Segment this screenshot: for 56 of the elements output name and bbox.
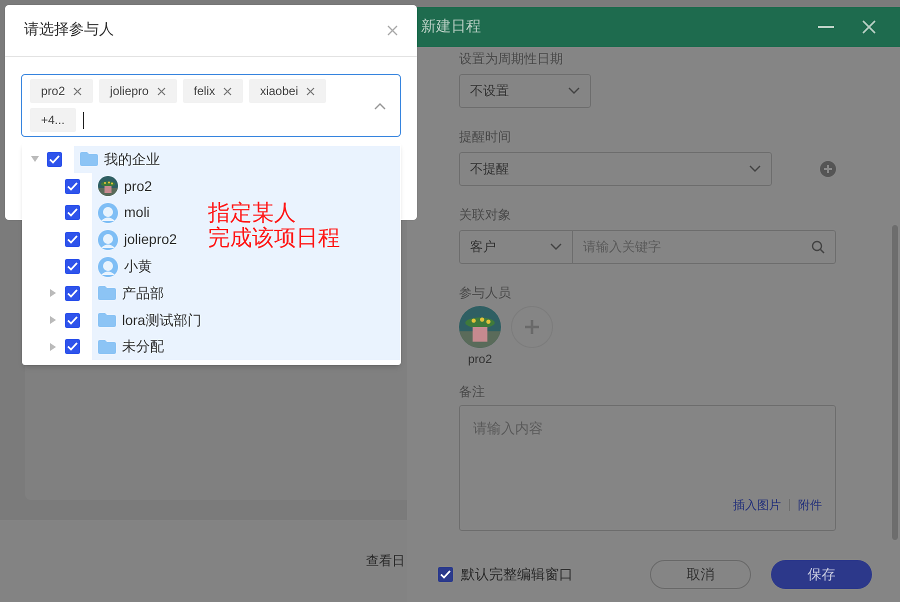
field-label: 设置为周期性日期 — [459, 50, 564, 68]
scrollbar[interactable] — [892, 225, 898, 540]
chevron-down-icon — [568, 87, 580, 95]
remove-icon[interactable] — [306, 86, 316, 96]
user-avatar-icon — [98, 230, 118, 250]
participant-select-field[interactable]: pro2 joliepro felix xiaobei +4... — [21, 74, 401, 137]
panel-title: 新建日程 — [421, 16, 481, 37]
folder-icon — [98, 286, 116, 300]
tree-item-label[interactable]: moli — [124, 202, 150, 224]
tree-item-label[interactable]: 小黄 — [124, 256, 152, 278]
field-label: 备注 — [459, 383, 486, 401]
tree-item-label[interactable]: pro2 — [124, 176, 152, 197]
field-label: 参与人员 — [459, 284, 512, 302]
tree-item-label[interactable]: 未分配 — [122, 336, 164, 358]
checkbox[interactable] — [65, 312, 80, 328]
checkbox[interactable] — [65, 232, 80, 248]
close-icon[interactable] — [387, 25, 398, 36]
checkbox[interactable] — [65, 286, 80, 301]
tree-item-label[interactable]: 产品部 — [122, 282, 164, 304]
checkbox[interactable] — [438, 566, 453, 582]
text-cursor — [82, 112, 84, 128]
tree-item-label[interactable]: 我的企业 — [104, 148, 160, 170]
selected-tag[interactable]: felix — [182, 79, 244, 103]
checkbox[interactable] — [65, 205, 80, 220]
remove-icon[interactable] — [223, 86, 232, 96]
selected-tag[interactable]: pro2 — [30, 79, 94, 103]
selected-tag[interactable]: xiaobei — [249, 79, 326, 103]
checkbox[interactable] — [47, 152, 62, 167]
folder-icon — [80, 152, 98, 166]
folder-icon — [98, 340, 116, 354]
participant-name: pro2 — [468, 351, 492, 368]
checkbox[interactable] — [65, 339, 80, 354]
dialog-title: 请选择参与人 — [24, 20, 114, 40]
add-icon[interactable] — [820, 161, 836, 177]
checkbox[interactable] — [65, 259, 80, 274]
remove-icon[interactable] — [73, 86, 82, 96]
more-tag[interactable]: +4... — [30, 108, 76, 132]
chevron-down-icon — [749, 165, 761, 173]
checkbox[interactable] — [65, 178, 80, 194]
folder-icon — [98, 313, 116, 328]
user-avatar-icon — [98, 202, 118, 223]
tree-item-label[interactable]: joliepro2 — [124, 229, 177, 250]
checkbox-label: 默认完整编辑窗口 — [461, 564, 573, 584]
selected-tag[interactable]: joliepro — [99, 79, 177, 103]
user-avatar-icon — [98, 256, 118, 277]
plus-icon — [524, 319, 540, 335]
remove-icon[interactable] — [156, 86, 166, 96]
view-link[interactable]: 查看日 — [366, 551, 405, 571]
close-icon[interactable] — [862, 20, 876, 34]
search-icon[interactable] — [811, 240, 825, 254]
annotation-text: 指定某人 完成该项日程 — [208, 200, 340, 250]
save-button[interactable]: 保存 — [771, 560, 872, 588]
field-label: 提醒时间 — [459, 128, 512, 146]
chevron-down-icon — [550, 243, 562, 251]
chevron-up-icon — [374, 102, 386, 110]
field-label: 关联对象 — [459, 206, 512, 224]
